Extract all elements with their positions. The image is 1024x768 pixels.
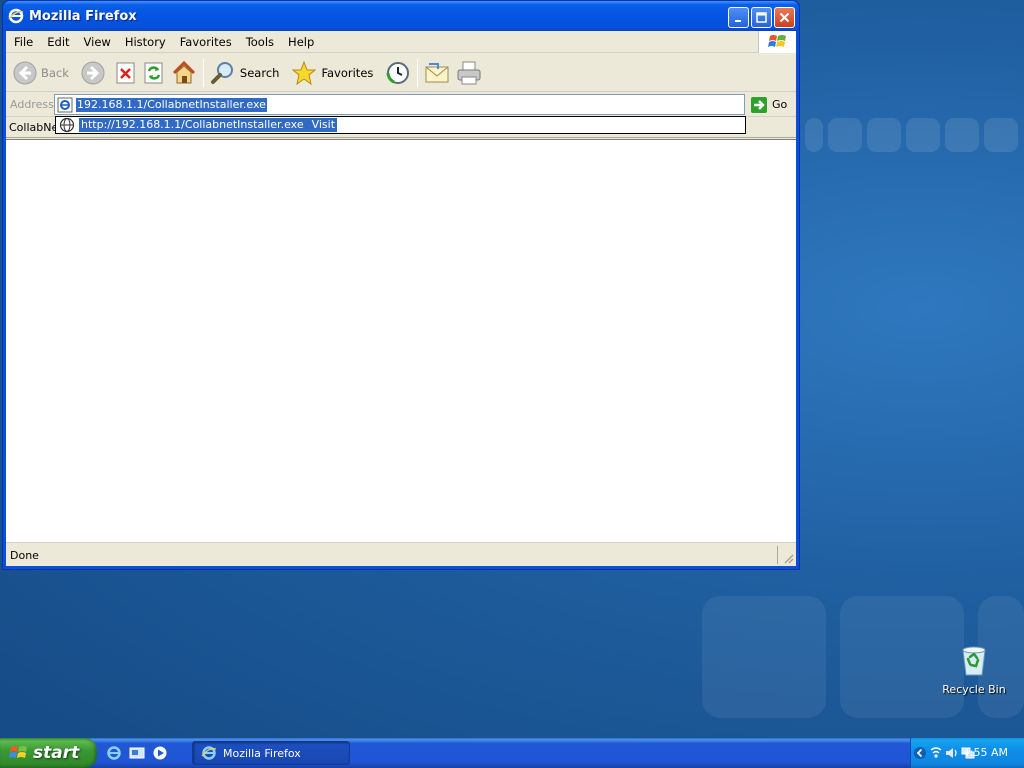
window-client: File Edit View History Favorites Tools H… bbox=[6, 31, 796, 566]
start-button[interactable]: start bbox=[0, 738, 97, 768]
star-icon bbox=[292, 60, 317, 85]
recycle-bin-icon bbox=[962, 646, 986, 676]
mail-icon bbox=[425, 62, 449, 82]
browser-window: Mozilla Firefox File Edit View History F… bbox=[2, 0, 800, 570]
address-input[interactable]: 192.168.1.1/CollabnetInstaller.exe bbox=[54, 94, 745, 115]
go-arrow-icon bbox=[751, 96, 767, 113]
desktop-decoration bbox=[945, 118, 979, 152]
toolbar-separator bbox=[202, 58, 204, 87]
history-button[interactable] bbox=[382, 56, 414, 90]
go-button[interactable]: Go bbox=[750, 94, 787, 115]
clock: 4:55 AM bbox=[962, 746, 1008, 759]
stop-icon bbox=[116, 62, 135, 83]
ie-icon bbox=[201, 746, 217, 760]
go-label: Go bbox=[772, 98, 788, 111]
toolbar: Back Search Favorites bbox=[6, 54, 796, 92]
refresh-icon bbox=[144, 62, 163, 83]
suggestion-url: http://192.168.1.1/CollabnetInstaller.ex… bbox=[81, 118, 304, 131]
status-bar: Done bbox=[6, 542, 796, 566]
desktop-decoration bbox=[984, 118, 1018, 152]
favorites-button[interactable]: Favorites bbox=[288, 56, 376, 90]
address-label: Address bbox=[10, 98, 54, 111]
desktop-decoration bbox=[867, 118, 901, 152]
show-desktop-icon[interactable] bbox=[129, 745, 145, 761]
window-title: Mozilla Firefox bbox=[29, 8, 137, 24]
search-button[interactable]: Search bbox=[207, 56, 283, 90]
status-divider bbox=[777, 546, 778, 564]
status-text: Done bbox=[10, 549, 39, 562]
media-player-icon[interactable] bbox=[152, 745, 168, 761]
back-label: Back bbox=[41, 65, 69, 80]
desktop-decoration bbox=[828, 118, 862, 152]
globe-icon bbox=[59, 117, 75, 133]
toolbar-separator bbox=[417, 58, 419, 87]
menu-tools[interactable]: Tools bbox=[239, 35, 281, 49]
volume-icon[interactable] bbox=[945, 746, 959, 760]
close-button[interactable] bbox=[774, 7, 795, 28]
suggestion-action: Visit bbox=[311, 118, 336, 131]
taskbar-button-firefox[interactable]: Mozilla Firefox bbox=[192, 741, 350, 765]
autocomplete-suggestion[interactable]: http://192.168.1.1/CollabnetInstaller.ex… bbox=[79, 118, 338, 132]
system-tray: 4:55 AM bbox=[910, 738, 1024, 768]
menu-edit[interactable]: Edit bbox=[40, 35, 76, 49]
search-label: Search bbox=[239, 65, 280, 80]
mail-button[interactable] bbox=[421, 56, 453, 90]
printer-icon bbox=[457, 61, 481, 84]
desktop-decoration bbox=[805, 118, 823, 152]
page-content[interactable] bbox=[6, 139, 796, 542]
forward-button[interactable] bbox=[78, 56, 108, 90]
recycle-bin-label: Recycle Bin bbox=[942, 683, 1006, 696]
search-icon bbox=[210, 61, 233, 84]
start-label: start bbox=[33, 743, 80, 763]
forward-arrow-icon bbox=[81, 61, 105, 84]
print-button[interactable] bbox=[453, 56, 485, 90]
history-clock-icon bbox=[386, 61, 410, 84]
address-bar: Address 192.168.1.1/CollabnetInstaller.e… bbox=[6, 93, 796, 117]
minimize-button[interactable] bbox=[728, 7, 749, 28]
desktop-decoration bbox=[906, 118, 940, 152]
address-text: 192.168.1.1/CollabnetInstaller.exe bbox=[76, 97, 267, 112]
close-icon bbox=[779, 12, 790, 23]
ie-icon bbox=[8, 8, 24, 24]
page-icon bbox=[57, 97, 73, 112]
home-icon bbox=[172, 60, 195, 83]
stop-button[interactable] bbox=[112, 56, 140, 90]
menu-favorites[interactable]: Favorites bbox=[173, 35, 239, 49]
taskbar-button-label: Mozilla Firefox bbox=[223, 746, 301, 760]
resize-grip-icon[interactable] bbox=[782, 552, 794, 564]
menu-help[interactable]: Help bbox=[281, 35, 321, 49]
taskbar: start Mozilla Firefox 4:55 AM bbox=[0, 738, 1024, 768]
back-arrow-icon bbox=[13, 61, 37, 84]
url-autocomplete-popup[interactable]: http://192.168.1.1/CollabnetInstaller.ex… bbox=[55, 116, 746, 134]
chevron-left-icon[interactable] bbox=[914, 746, 926, 760]
recycle-bin[interactable]: Recycle Bin bbox=[940, 643, 1008, 696]
desktop-decoration bbox=[702, 596, 826, 718]
refresh-button[interactable] bbox=[140, 56, 168, 90]
minimize-icon bbox=[735, 20, 741, 22]
windows-logo-icon bbox=[9, 746, 27, 758]
favorites-label: Favorites bbox=[321, 65, 374, 80]
home-button[interactable] bbox=[168, 56, 200, 90]
windows-logo-icon bbox=[758, 31, 796, 53]
menu-history[interactable]: History bbox=[118, 35, 173, 49]
ie-quicklaunch-icon[interactable] bbox=[106, 745, 122, 761]
menu-file[interactable]: File bbox=[6, 35, 40, 49]
menu-view[interactable]: View bbox=[77, 35, 118, 49]
menu-bar: File Edit View History Favorites Tools H… bbox=[6, 31, 796, 53]
title-bar[interactable]: Mozilla Firefox bbox=[3, 1, 799, 31]
network-icon[interactable] bbox=[929, 746, 943, 760]
back-button[interactable]: Back bbox=[10, 56, 72, 90]
maximize-icon bbox=[756, 12, 767, 23]
maximize-button[interactable] bbox=[751, 7, 772, 28]
